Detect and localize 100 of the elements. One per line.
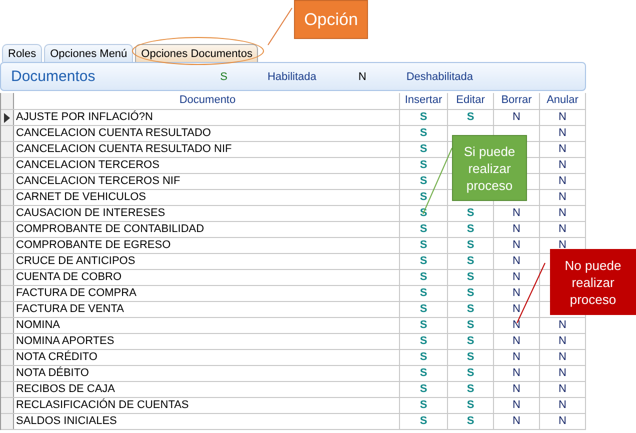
- callout: No puede realizar proceso: [550, 249, 636, 315]
- table-cell: S: [420, 367, 428, 379]
- table-cell: N: [558, 127, 566, 139]
- table-cell: S: [466, 287, 474, 299]
- table-cell: N: [512, 415, 520, 427]
- table-cell: S: [466, 351, 474, 363]
- table-cell: RECLASIFICACIÓN DE CUENTAS: [14, 398, 400, 413]
- table-cell: N: [558, 207, 566, 219]
- table-cell: N: [558, 111, 566, 123]
- table-cell: N: [558, 399, 566, 411]
- callout: Si puede realizar proceso: [452, 135, 527, 201]
- callout: Opción: [294, 0, 368, 39]
- table-cell: S: [420, 383, 428, 395]
- leader-line: [268, 8, 292, 46]
- table-cell: S: [466, 399, 474, 411]
- legend-code: N: [358, 70, 366, 82]
- table-cell: N: [512, 255, 520, 267]
- table-cell: N: [558, 351, 566, 363]
- table-cell: S: [466, 335, 474, 347]
- table-cell: CRUCE DE ANTICIPOS: [14, 254, 400, 269]
- column-header[interactable]: Borrar: [494, 93, 540, 109]
- column-header[interactable]: Documento: [14, 93, 400, 109]
- table-cell: N: [558, 383, 566, 395]
- table-cell: N: [558, 223, 566, 235]
- table-cell: S: [466, 255, 474, 267]
- table-cell: S: [466, 239, 474, 251]
- table-cell: N: [512, 351, 520, 363]
- table-cell: N: [512, 383, 520, 395]
- table-cell: S: [466, 319, 474, 331]
- table-cell: N: [512, 335, 520, 347]
- table-cell: N: [512, 287, 520, 299]
- table-cell: N: [512, 303, 520, 315]
- column-header[interactable]: Insertar: [400, 93, 448, 109]
- table-cell: S: [420, 127, 428, 139]
- table-cell: N: [558, 143, 566, 155]
- table-cell: COMPROBANTE DE EGRESO: [14, 238, 400, 253]
- table-cell: AJUSTE POR INFLACIÓ?N: [14, 110, 400, 125]
- table-cell: S: [466, 111, 474, 123]
- table-cell: S: [466, 303, 474, 315]
- table-cell: S: [420, 159, 428, 171]
- table-cell: CUENTA DE COBRO: [14, 270, 400, 285]
- table-cell: NOTA CRÉDITO: [14, 350, 400, 365]
- table-cell: CARNET DE VEHICULOS: [14, 190, 400, 205]
- table-cell: S: [420, 239, 428, 251]
- table-cell: S: [420, 223, 428, 235]
- table-cell: S: [420, 143, 428, 155]
- table-cell: N: [512, 207, 520, 219]
- table-cell: SALDOS INICIALES: [14, 414, 400, 429]
- table-cell: N: [512, 367, 520, 379]
- table-cell: N: [512, 271, 520, 283]
- table-cell: S: [420, 287, 428, 299]
- column-header[interactable]: Anular: [540, 93, 586, 109]
- column-header[interactable]: Editar: [448, 93, 494, 109]
- table-cell: CANCELACION TERCEROS: [14, 158, 400, 173]
- table-cell: N: [558, 415, 566, 427]
- table-cell: N: [558, 335, 566, 347]
- row-header[interactable]: [1, 110, 14, 125]
- table-cell: N: [558, 319, 566, 331]
- table-cell: NOMINA APORTES: [14, 334, 400, 349]
- tab[interactable]: Opciones Documentos: [135, 44, 258, 62]
- table-cell: FACTURA DE COMPRA: [14, 286, 400, 301]
- table-cell: S: [420, 175, 428, 187]
- table-cell: S: [466, 383, 474, 395]
- current-row-icon: [4, 112, 10, 122]
- tab[interactable]: Roles: [2, 44, 42, 62]
- table-cell: N: [512, 399, 520, 411]
- table-cell: S: [420, 271, 428, 283]
- table-cell: N: [558, 239, 566, 251]
- legend-label: Deshabilitada: [406, 70, 473, 82]
- table-cell: S: [420, 191, 428, 203]
- table-cell: S: [420, 399, 428, 411]
- table-cell: N: [512, 111, 520, 123]
- table-cell: COMPROBANTE DE CONTABILIDAD: [14, 222, 400, 237]
- table-cell: RECIBOS DE CAJA: [14, 382, 400, 397]
- table-cell: S: [420, 303, 428, 315]
- panel-title: Documentos: [11, 68, 96, 85]
- table-cell: S: [420, 255, 428, 267]
- legend-label: Habilitada: [267, 70, 316, 82]
- table-cell: S: [466, 415, 474, 427]
- table-cell: CANCELACION CUENTA RESULTADO NIF: [14, 142, 400, 157]
- tab[interactable]: Opciones Menú: [44, 44, 134, 62]
- table-cell: N: [512, 239, 520, 251]
- table-cell: S: [466, 207, 474, 219]
- table-cell: N: [558, 159, 566, 171]
- table-cell: N: [512, 223, 520, 235]
- table-cell: S: [420, 335, 428, 347]
- table-cell: N: [512, 319, 520, 331]
- table-cell: S: [420, 111, 428, 123]
- table-cell: S: [420, 415, 428, 427]
- table-cell: CAUSACION DE INTERESES: [14, 206, 400, 221]
- table-cell: S: [420, 319, 428, 331]
- table-cell: CANCELACION CUENTA RESULTADO: [14, 126, 400, 141]
- table-cell: S: [466, 271, 474, 283]
- table-cell: N: [558, 367, 566, 379]
- table-cell: FACTURA DE VENTA: [14, 302, 400, 317]
- table-cell: N: [558, 191, 566, 203]
- table-cell: S: [420, 351, 428, 363]
- table-cell: N: [558, 175, 566, 187]
- table-cell: CANCELACION TERCEROS NIF: [14, 174, 400, 189]
- table-cell: S: [466, 367, 474, 379]
